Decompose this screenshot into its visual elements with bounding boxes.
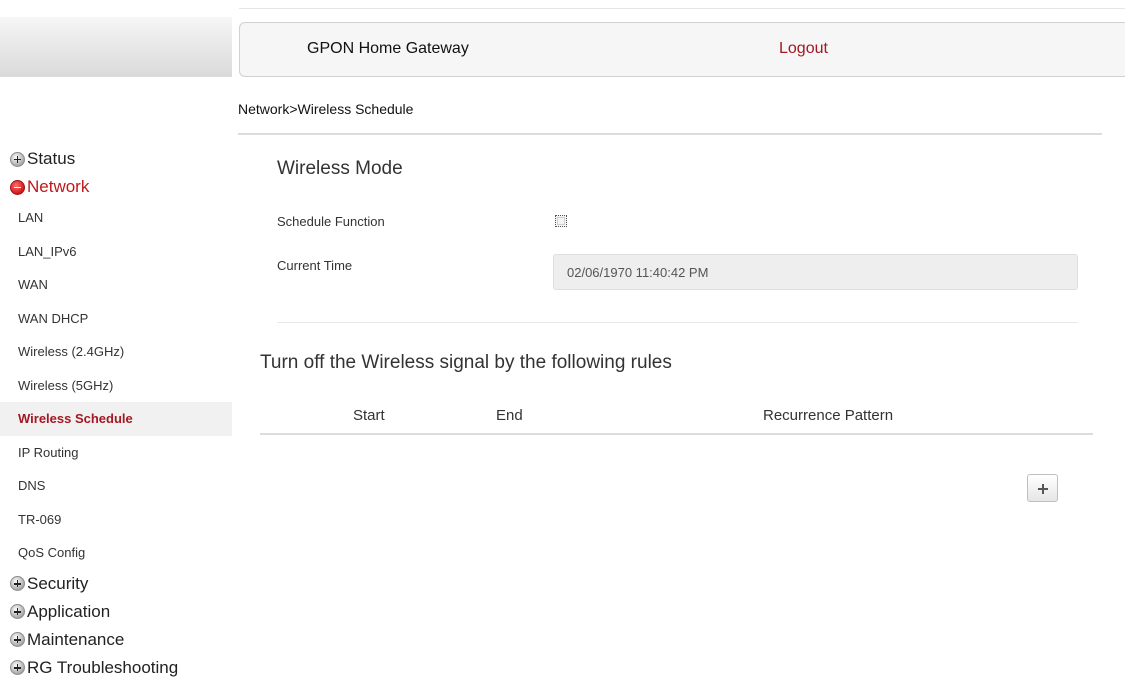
schedule-function-label: Schedule Function	[277, 214, 385, 229]
current-time-field: 02/06/1970 11:40:42 PM	[553, 254, 1078, 290]
sidebar-category-status[interactable]: Status	[0, 145, 232, 173]
sidebar-item-wan[interactable]: WAN	[0, 268, 232, 302]
sidebar-category-label: RG Troubleshooting	[27, 657, 179, 677]
table-header-divider	[260, 433, 1093, 435]
logout-link[interactable]: Logout	[779, 40, 828, 58]
add-rule-button[interactable]	[1027, 474, 1058, 502]
expand-plus-icon	[10, 576, 25, 591]
sidebar-item-wireless-5ghz[interactable]: Wireless (5GHz)	[0, 369, 232, 403]
schedule-function-checkbox[interactable]	[555, 215, 567, 227]
sidebar-item-wan-dhcp[interactable]: WAN DHCP	[0, 302, 232, 336]
sidebar-category-label: Status	[27, 149, 76, 168]
expand-plus-icon	[10, 660, 25, 675]
sidebar-category-rg-troubleshooting[interactable]: RG Troubleshooting	[0, 654, 232, 682]
header-bar: GPON Home Gateway Logout	[239, 22, 1125, 77]
sidebar-item-dns[interactable]: DNS	[0, 469, 232, 503]
sidebar-category-security[interactable]: Security	[0, 570, 232, 598]
column-header-start: Start	[353, 407, 385, 424]
header-title: GPON Home Gateway	[307, 40, 469, 57]
collapse-minus-icon	[10, 179, 25, 195]
sidebar-category-network[interactable]: Network	[0, 173, 232, 201]
top-divider	[239, 8, 1125, 9]
expand-plus-icon	[10, 632, 25, 647]
expand-plus-icon	[10, 604, 25, 619]
section-title-wireless-mode: Wireless Mode	[277, 158, 403, 179]
sidebar-item-lan-ipv6[interactable]: LAN_IPv6	[0, 235, 232, 269]
logo-area	[0, 17, 232, 77]
sidebar-category-application[interactable]: Application	[0, 598, 232, 626]
rules-title: Turn off the Wireless signal by the foll…	[260, 352, 672, 373]
current-time-label: Current Time	[277, 258, 353, 273]
sidebar-item-tr069[interactable]: TR-069	[0, 503, 232, 537]
sidebar-category-label: Maintenance	[27, 629, 125, 649]
breadcrumb-divider	[238, 133, 1102, 135]
sidebar-item-wireless-schedule[interactable]: Wireless Schedule	[0, 402, 232, 436]
sidebar-category-label: Network	[27, 177, 90, 196]
sidebar-item-ip-routing[interactable]: IP Routing	[0, 436, 232, 470]
sidebar-category-maintenance[interactable]: Maintenance	[0, 626, 232, 654]
sidebar-item-lan[interactable]: LAN	[0, 201, 232, 235]
sidebar-nav: Status Network LAN LAN_IPv6 WAN WAN DHCP…	[0, 145, 232, 682]
column-header-recurrence-pattern: Recurrence Pattern	[763, 407, 894, 424]
column-header-end: End	[496, 407, 523, 424]
sidebar-category-label: Security	[27, 573, 89, 593]
section-divider	[277, 322, 1078, 323]
expand-plus-icon	[10, 151, 25, 167]
sidebar-category-label: Application	[27, 601, 111, 621]
breadcrumb: Network>Wireless Schedule	[238, 101, 414, 117]
sidebar-item-wireless-24ghz[interactable]: Wireless (2.4GHz)	[0, 335, 232, 369]
sidebar-item-qos-config[interactable]: QoS Config	[0, 536, 232, 570]
